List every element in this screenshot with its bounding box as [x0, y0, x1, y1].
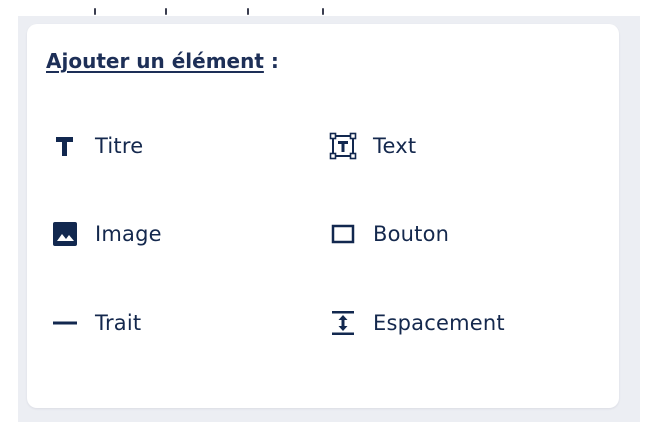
panel-title-link[interactable]: Ajouter un élément [46, 49, 264, 73]
add-line-item[interactable]: Trait [51, 306, 141, 340]
add-image-item[interactable]: Image [51, 217, 162, 251]
image-icon [51, 220, 79, 248]
add-button-label: Bouton [373, 222, 450, 246]
add-title-item[interactable]: Titre [51, 129, 143, 163]
add-text-item[interactable]: Text [329, 129, 416, 163]
title-t-icon [51, 132, 79, 160]
button-rectangle-icon [329, 220, 357, 248]
add-button-item[interactable]: Bouton [329, 217, 449, 251]
add-text-label: Text [373, 134, 417, 158]
add-spacing-item[interactable]: Espacement [329, 306, 505, 340]
add-image-label: Image [95, 222, 162, 246]
add-title-label: Titre [95, 134, 144, 158]
panel-title-suffix: : [263, 49, 279, 73]
add-spacing-label: Espacement [373, 311, 505, 335]
add-line-label: Trait [95, 311, 142, 335]
text-box-icon [329, 132, 357, 160]
horizontal-line-icon [51, 309, 79, 337]
add-element-panel [27, 24, 619, 408]
clipped-content-above [0, 0, 650, 24]
panel-title: Ajouter un élément : [46, 49, 279, 73]
vertical-spacing-icon [329, 309, 357, 337]
